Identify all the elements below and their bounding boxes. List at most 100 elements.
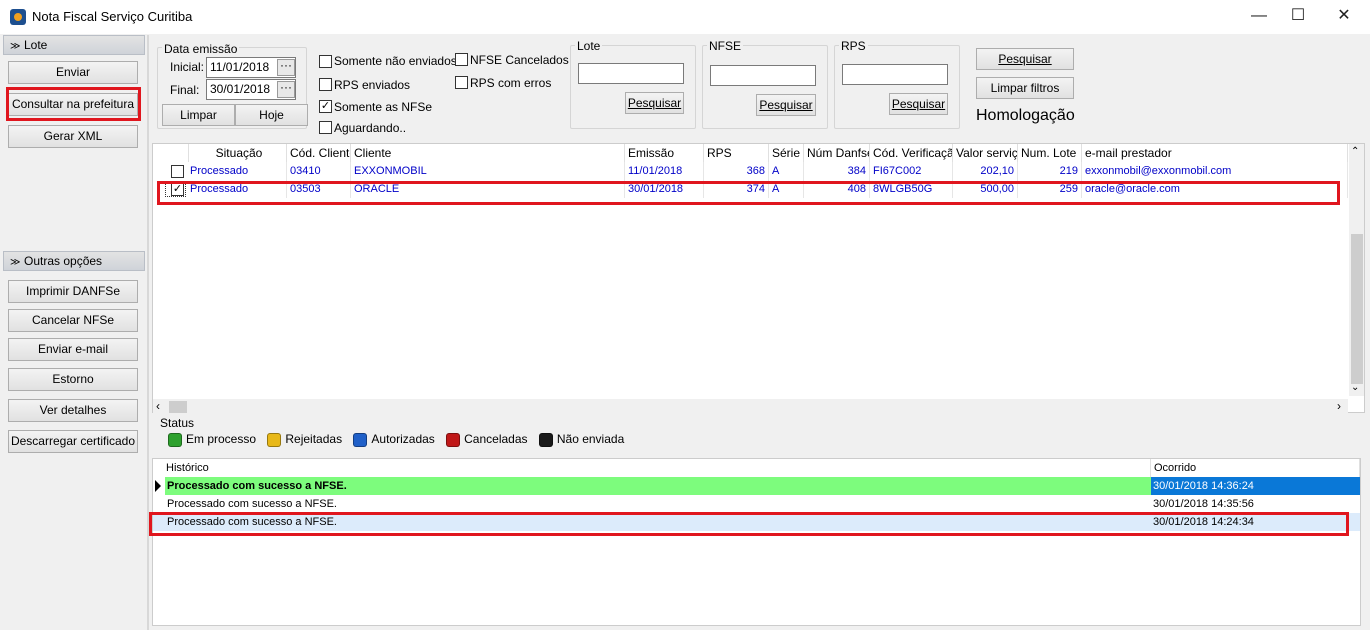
lote-section-header[interactable]: ≫ Lote — [3, 35, 145, 55]
column-header[interactable]: Núm Danfse — [804, 144, 870, 162]
final-label: Final: — [170, 83, 200, 97]
maximize-button[interactable]: ☐ — [1275, 0, 1321, 32]
rps-com-erros-label: RPS com erros — [470, 76, 552, 90]
nfse-input[interactable] — [710, 65, 816, 86]
ver-detalhes-button[interactable]: Ver detalhes — [8, 399, 138, 422]
column-header[interactable]: Cód. Verificação — [870, 144, 953, 162]
row-select-checkbox[interactable]: ✓ — [171, 183, 184, 196]
situacao-cell: Processado — [187, 180, 287, 198]
lote-pesquisar-button[interactable]: Pesquisar — [625, 92, 684, 114]
somente-nfse-checkbox[interactable]: ✓ — [319, 100, 332, 113]
window-title: Nota Fiscal Serviço Curitiba — [32, 9, 193, 24]
historico-row[interactable]: Processado com sucesso a NFSE. 30/01/201… — [153, 513, 1360, 531]
column-header[interactable]: Num. Lote — [1018, 144, 1082, 162]
estorno-button[interactable]: Estorno — [8, 368, 138, 391]
inicial-date-picker-button[interactable]: ··· — [277, 59, 295, 76]
situacao-cell: Processado — [187, 162, 287, 180]
rps-enviados-checkbox[interactable] — [319, 78, 332, 91]
em-processo-swatch-icon — [168, 432, 182, 447]
title-bar: Nota Fiscal Serviço Curitiba — ☐ ✕ — [0, 0, 1370, 34]
historico-grid: Histórico Ocorrido Processado com sucess… — [149, 458, 1361, 626]
historico-row[interactable]: Processado com sucesso a NFSE. 30/01/201… — [153, 495, 1360, 513]
consultar-prefeitura-button[interactable]: Consultar na prefeitura — [8, 93, 138, 116]
column-header[interactable]: Emissão — [625, 144, 704, 162]
lote-group — [570, 45, 696, 129]
column-header[interactable]: Cód. Cliente — [287, 144, 351, 162]
limpar-date-button[interactable]: Limpar — [162, 104, 235, 126]
legend-label: Rejeitadas — [285, 432, 343, 446]
collapse-chevron-icon: ≫ — [10, 257, 21, 268]
legend-label: Não enviada — [556, 432, 625, 446]
rps-input[interactable] — [842, 64, 948, 85]
ocorrido-column-header[interactable]: Ocorrido — [1151, 459, 1360, 477]
nfse-cancelados-label: NFSE Cancelados — [470, 53, 569, 67]
grid-horizontal-scrollbar[interactable]: ‹ › — [153, 399, 1348, 415]
scroll-down-icon[interactable]: ⌄ — [1351, 382, 1359, 393]
pesquisar-button[interactable]: Pesquisar — [976, 48, 1074, 70]
historico-date: 30/01/2018 14:24:34 — [1153, 516, 1254, 528]
rps-com-erros-checkbox[interactable] — [455, 76, 468, 89]
cod-verificacao-cell: FI67C002 — [870, 162, 953, 180]
column-header[interactable]: Série — [769, 144, 804, 162]
lote-input[interactable] — [578, 63, 684, 84]
valor-cell: 500,00 — [953, 180, 1018, 198]
scroll-right-icon[interactable]: › — [1337, 399, 1341, 413]
rps-cell: 374 — [704, 180, 769, 198]
cliente-cell: ORACLE — [351, 180, 625, 198]
aguardando-checkbox[interactable] — [319, 121, 332, 134]
nfse-group — [702, 45, 828, 129]
scroll-left-icon[interactable]: ‹ — [156, 399, 160, 413]
hoje-button[interactable]: Hoje — [235, 104, 308, 126]
historico-column-header[interactable]: Histórico — [163, 459, 1151, 477]
serie-cell: A — [769, 162, 804, 180]
nfse-cancelados-checkbox[interactable] — [455, 53, 468, 66]
lote-filter-label: Lote — [575, 39, 603, 53]
limpar-filtros-button[interactable]: Limpar filtros — [976, 77, 1074, 99]
scroll-up-icon[interactable]: ⌃ — [1351, 146, 1359, 157]
rps-cell: 368 — [704, 162, 769, 180]
emissao-cell: 30/01/2018 — [625, 180, 704, 198]
emissao-cell: 11/01/2018 — [625, 162, 704, 180]
collapse-chevron-icon: ≫ — [10, 41, 21, 52]
enviar-email-button[interactable]: Enviar e-mail — [8, 338, 138, 361]
historico-text: Processado com sucesso a NFSE. — [165, 477, 1151, 495]
close-button[interactable]: ✕ — [1321, 0, 1367, 32]
somente-nao-enviados-checkbox[interactable] — [319, 55, 332, 68]
num-lote-cell: 259 — [1018, 180, 1082, 198]
scroll-thumb[interactable] — [1351, 234, 1363, 384]
imprimir-danfse-button[interactable]: Imprimir DANFSe — [8, 280, 138, 303]
num-danfse-cell: 408 — [804, 180, 870, 198]
cancelar-nfse-button[interactable]: Cancelar NFSe — [8, 309, 138, 332]
nfse-pesquisar-button[interactable]: Pesquisar — [756, 94, 816, 116]
gerar-xml-button[interactable]: Gerar XML — [8, 125, 138, 148]
column-header[interactable]: Situação — [189, 144, 287, 162]
nfse-filter-label: NFSE — [707, 39, 744, 53]
column-header[interactable]: RPS — [704, 144, 769, 162]
aguardando-label: Aguardando.. — [334, 121, 407, 135]
rps-pesquisar-button[interactable]: Pesquisar — [889, 93, 948, 115]
rps-group — [834, 45, 960, 129]
historico-date: 30/01/2018 14:36:24 — [1151, 477, 1360, 495]
legend-label: Em processo — [186, 432, 257, 446]
column-header[interactable]: Valor serviço — [953, 144, 1018, 162]
num-lote-cell: 219 — [1018, 162, 1082, 180]
final-date-picker-button[interactable]: ··· — [277, 81, 295, 98]
descarregar-certificado-button[interactable]: Descarregar certificado — [8, 430, 138, 453]
email-cell: oracle@oracle.com — [1082, 180, 1348, 198]
outras-opcoes-header[interactable]: ≫ Outras opções — [3, 251, 145, 271]
grid-vertical-scrollbar[interactable]: ⌃ ⌄ — [1349, 144, 1364, 396]
row-select-checkbox[interactable] — [171, 165, 184, 178]
table-row[interactable]: Processado 03410 EXXONMOBIL 11/01/2018 3… — [153, 162, 1348, 180]
historico-date: 30/01/2018 14:35:56 — [1153, 498, 1254, 510]
rps-enviados-label: RPS enviados — [334, 78, 411, 92]
column-header[interactable]: e-mail prestador — [1082, 144, 1348, 162]
historico-row[interactable]: Processado com sucesso a NFSE. 30/01/201… — [153, 477, 1360, 495]
cod-verificacao-cell: 8WLGB50G — [870, 180, 953, 198]
serie-cell: A — [769, 180, 804, 198]
enviar-button[interactable]: Enviar — [8, 61, 138, 84]
table-row[interactable]: ✓ Processado 03503 ORACLE 30/01/2018 374… — [153, 180, 1348, 198]
column-header[interactable]: Cliente — [351, 144, 625, 162]
inicial-label: Inicial: — [170, 60, 205, 74]
notas-grid: Situação Cód. Cliente Cliente Emissão RP… — [152, 143, 1365, 413]
scroll-thumb[interactable] — [169, 401, 187, 413]
